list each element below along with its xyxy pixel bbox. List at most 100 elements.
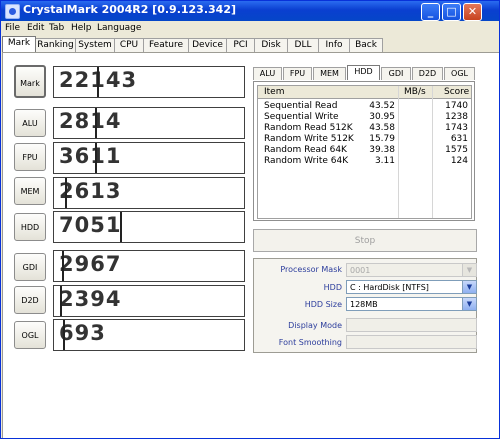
- alu-score: 2814: [53, 107, 245, 139]
- header-item[interactable]: Item: [264, 86, 285, 98]
- hdd-results-panel: Item MB/s Score Sequential Read 43.52 17…: [253, 81, 475, 221]
- chevron-down-icon[interactable]: ▼: [462, 281, 476, 293]
- fpu-score-bar: [95, 143, 97, 173]
- tab-alu[interactable]: ALU: [253, 67, 282, 80]
- menu-tab[interactable]: Tab: [49, 23, 64, 33]
- hdd-button[interactable]: HDD: [14, 213, 46, 241]
- hdd-score: 7051: [53, 211, 245, 243]
- row-score: 1740: [445, 101, 468, 111]
- menu-language[interactable]: Language: [97, 23, 141, 33]
- close-button[interactable]: ✕: [463, 3, 482, 21]
- row-mbs: 39.38: [369, 145, 395, 155]
- settings-group: Processor Mask 0001 ▼ HDD C : HardDisk […: [253, 258, 477, 353]
- row-item: Sequential Write: [264, 112, 339, 122]
- header-score[interactable]: Score: [444, 86, 469, 98]
- d2d-score: 2394: [53, 285, 245, 317]
- display-mode-label: Display Mode: [288, 321, 342, 330]
- hdd-label: HDD: [323, 283, 342, 292]
- gdi-score-bar: [62, 251, 64, 281]
- d2d-score-bar: [60, 286, 62, 316]
- row-mbs: 30.95: [369, 112, 395, 122]
- display-mode-field[interactable]: [346, 318, 477, 332]
- tab-back[interactable]: Back: [349, 38, 383, 52]
- mem-button[interactable]: MEM: [14, 177, 46, 205]
- menu-file[interactable]: File: [5, 23, 20, 33]
- row-score: 124: [450, 156, 468, 166]
- row-item: Random Write 64K: [264, 156, 349, 166]
- ogl-score-value: 693: [59, 321, 106, 345]
- detail-tabs: ALU FPU MEM HDD GDI D2D OGL: [253, 65, 475, 81]
- chevron-down-icon[interactable]: ▼: [462, 298, 476, 310]
- column-divider: [398, 86, 399, 218]
- tab-ogl[interactable]: OGL: [444, 67, 475, 80]
- hdd-size-value: 128MB: [350, 300, 378, 309]
- mark-button[interactable]: Mark: [14, 65, 46, 98]
- fpu-score-value: 3611: [59, 144, 122, 168]
- tab-d2d[interactable]: D2D: [412, 67, 443, 80]
- gdi-score-value: 2967: [59, 252, 122, 276]
- d2d-button[interactable]: D2D: [14, 286, 46, 314]
- window-title: CrystalMark 2004R2 [0.9.123.342]: [23, 3, 236, 16]
- menu-edit[interactable]: Edit: [27, 23, 44, 33]
- row-mbs: 15.79: [369, 134, 395, 144]
- gdi-button[interactable]: GDI: [14, 253, 46, 281]
- row-mbs: 43.58: [369, 123, 395, 133]
- row-item: Random Write 512K: [264, 134, 354, 144]
- tab-cpu[interactable]: CPU: [114, 38, 144, 52]
- tab-fpu[interactable]: FPU: [283, 67, 312, 80]
- app-icon: [5, 4, 20, 19]
- hdd-size-select[interactable]: 128MB ▼: [346, 297, 477, 311]
- d2d-score-value: 2394: [59, 287, 122, 311]
- tab-mark[interactable]: Mark: [2, 36, 36, 52]
- alu-score-bar: [95, 108, 97, 138]
- menu-help[interactable]: Help: [71, 23, 92, 33]
- main-tabs: Mark Ranking System CPU Feature Device P…: [1, 36, 499, 52]
- hdd-score-bar: [120, 212, 122, 242]
- mark-score-bar: [97, 67, 99, 97]
- app-window: CrystalMark 2004R2 [0.9.123.342] _ □ ✕ F…: [0, 0, 500, 439]
- tab-dll[interactable]: DLL: [287, 38, 319, 52]
- fpu-button[interactable]: FPU: [14, 143, 46, 171]
- gdi-score: 2967: [53, 250, 245, 282]
- hdd-select[interactable]: C : HardDisk [NTFS] ▼: [346, 280, 477, 294]
- ogl-button[interactable]: OGL: [14, 321, 46, 349]
- tab-device[interactable]: Device: [188, 38, 227, 52]
- header-mbs[interactable]: MB/s: [404, 86, 426, 98]
- results-table[interactable]: Item MB/s Score Sequential Read 43.52 17…: [257, 85, 472, 219]
- tab-feature[interactable]: Feature: [143, 38, 189, 52]
- menu-bar: File Edit Tab Help Language: [1, 21, 499, 35]
- font-smoothing-label: Font Smoothing: [278, 338, 342, 347]
- processor-mask-value: 0001: [350, 266, 371, 275]
- fpu-score: 3611: [53, 142, 245, 174]
- stop-button[interactable]: Stop: [253, 229, 477, 252]
- row-mbs: 3.11: [374, 156, 395, 166]
- tab-ranking[interactable]: Ranking: [35, 38, 76, 52]
- maximize-button[interactable]: □: [442, 3, 461, 21]
- column-divider: [432, 86, 433, 218]
- minimize-button[interactable]: _: [421, 3, 440, 21]
- hdd-select-value: C : HardDisk [NTFS]: [350, 283, 429, 292]
- font-smoothing-field[interactable]: [346, 335, 477, 349]
- processor-mask-select[interactable]: 0001 ▼: [346, 263, 477, 277]
- tab-disk[interactable]: Disk: [254, 38, 288, 52]
- alu-button[interactable]: ALU: [14, 109, 46, 137]
- mem-score: 2613: [53, 177, 245, 209]
- ogl-score-bar: [63, 320, 65, 350]
- row-item: Sequential Read: [264, 101, 338, 111]
- row-item: Random Read 64K: [264, 145, 347, 155]
- tab-hdd[interactable]: HDD: [347, 65, 380, 80]
- tab-info[interactable]: Info: [318, 38, 350, 52]
- mem-score-value: 2613: [59, 179, 122, 203]
- row-score: 1575: [445, 145, 468, 155]
- tab-system[interactable]: System: [75, 38, 115, 52]
- title-bar[interactable]: CrystalMark 2004R2 [0.9.123.342] _ □ ✕: [1, 1, 499, 21]
- tab-gdi[interactable]: GDI: [381, 67, 411, 80]
- alu-score-value: 2814: [59, 109, 122, 133]
- mark-score: 22143: [53, 66, 245, 98]
- ogl-score: 693: [53, 319, 245, 351]
- tab-mem[interactable]: MEM: [313, 67, 346, 80]
- row-score: 1743: [445, 123, 468, 133]
- row-score: 1238: [445, 112, 468, 122]
- tab-pci[interactable]: PCI: [226, 38, 255, 52]
- chevron-down-icon[interactable]: ▼: [462, 264, 476, 276]
